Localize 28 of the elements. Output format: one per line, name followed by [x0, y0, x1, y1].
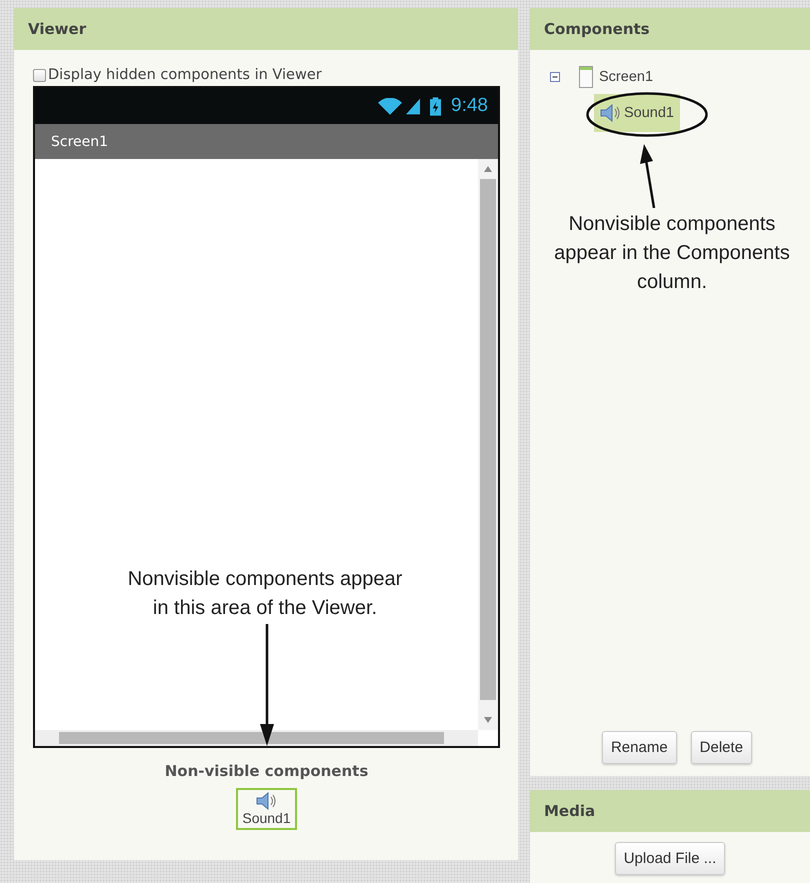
- rename-button[interactable]: Rename: [602, 731, 677, 764]
- panel-title: Media: [544, 802, 596, 820]
- screen-title: Screen1: [51, 134, 108, 150]
- component-item[interactable]: Sound1: [236, 788, 297, 830]
- collapse-icon[interactable]: [550, 72, 560, 82]
- screen-icon: [579, 66, 593, 88]
- arrow: [638, 144, 658, 208]
- delete-button[interactable]: Delete: [690, 731, 752, 764]
- horizontal-scrollbar[interactable]: [35, 730, 478, 746]
- speaker-icon: [256, 792, 278, 810]
- callout-text: Nonvisible components appear in the Components column.: [553, 212, 791, 295]
- speaker-icon: [600, 104, 622, 122]
- section-heading: Non-visible components: [164, 762, 370, 780]
- panel-title: Components: [544, 20, 650, 38]
- checkbox-label[interactable]: Display hidden components in Viewer: [48, 67, 322, 83]
- signal-icon: [406, 98, 420, 114]
- wifi-icon: [378, 98, 402, 114]
- panel-title: Viewer: [28, 20, 86, 38]
- battery-icon: [430, 96, 442, 116]
- upload-button[interactable]: Upload File ...: [614, 842, 726, 875]
- scroll-down-icon[interactable]: [484, 717, 492, 723]
- tree-item[interactable]: Sound1: [594, 94, 680, 132]
- status-time: 9:48: [451, 95, 488, 117]
- checkbox[interactable]: [33, 68, 46, 82]
- callout-text: Nonvisible components appear in this area of the Viewer.: [126, 567, 404, 621]
- vertical-scrollbar[interactable]: [478, 159, 498, 730]
- scroll-up-icon[interactable]: [484, 166, 492, 172]
- tree-item[interactable]: Screen1: [599, 69, 654, 85]
